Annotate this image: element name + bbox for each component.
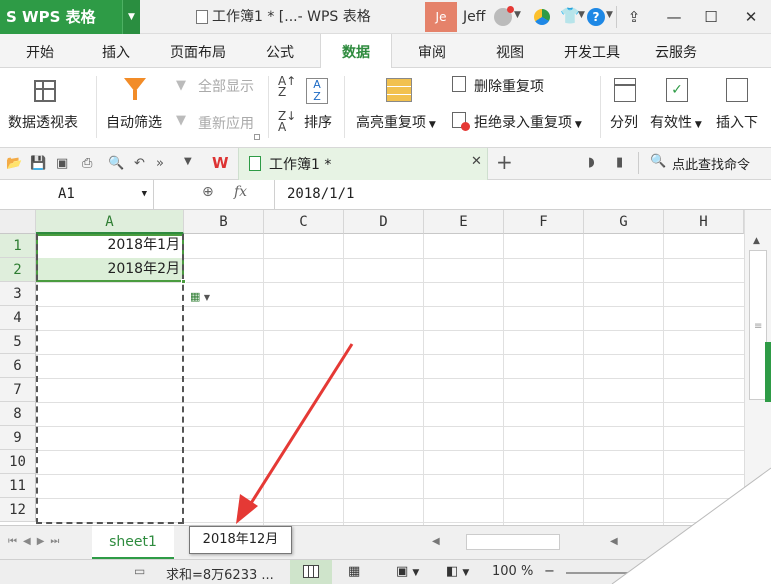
page-curl (611, 467, 771, 584)
